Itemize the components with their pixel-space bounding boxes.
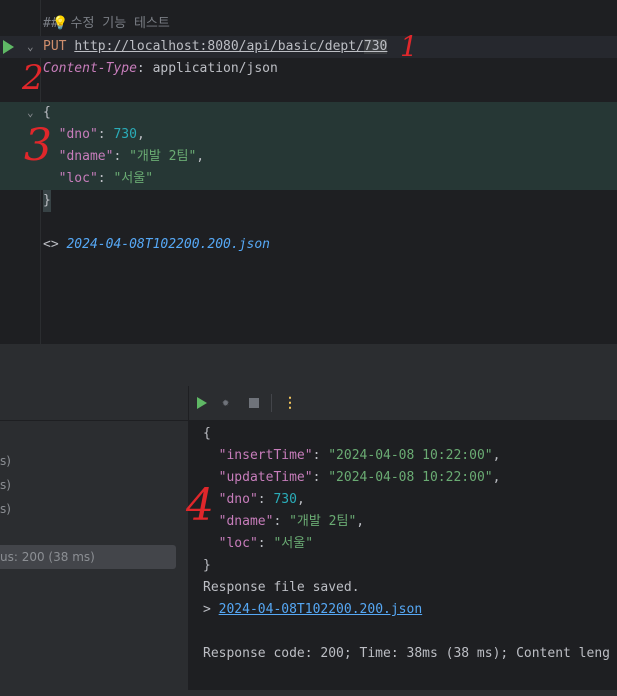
run-output-panel[interactable]: ✹ ⋮ { "insertTime": "2024-04-08 10:22:00… xyxy=(189,386,617,696)
json-value: "2024-04-08 10:22:00" xyxy=(328,470,493,485)
annotation-mark: 2 xyxy=(22,58,44,98)
body-close-line[interactable]: } xyxy=(0,190,617,212)
services-item[interactable]: s) xyxy=(0,454,11,468)
body-field-line[interactable]: "dno": 730, xyxy=(0,124,617,146)
json-end: , xyxy=(196,149,205,164)
json-sep: : xyxy=(113,149,130,164)
comment-text: 수정 기능 테스트 xyxy=(62,16,170,31)
json-key: "loc" xyxy=(58,171,98,186)
output-line: "updateTime": "2024-04-08 10:22:00", xyxy=(203,467,501,489)
chevron-down-icon[interactable]: ⌄ xyxy=(27,36,34,58)
services-item-selected[interactable]: us: 200 (38 ms) xyxy=(0,545,176,569)
json-sep: : xyxy=(257,536,274,551)
output-line: "dname": "개발 2팀", xyxy=(203,511,364,533)
link-prefix: > xyxy=(203,602,219,617)
json-value: "개발 2팀" xyxy=(289,514,357,529)
output-line: "insertTime": "2024-04-08 10:22:00", xyxy=(203,445,501,467)
json-key: "dno" xyxy=(58,127,98,142)
json-value: "개발 2팀" xyxy=(129,149,197,164)
stop-icon[interactable] xyxy=(249,398,259,408)
bottom-scrollbar[interactable] xyxy=(0,690,617,696)
json-end: , xyxy=(492,448,501,463)
json-end: , xyxy=(136,127,145,142)
json-key: "dname" xyxy=(58,149,114,164)
services-item[interactable]: s) xyxy=(0,502,11,516)
body-field-line[interactable]: "dname": "개발 2팀", xyxy=(0,146,617,168)
services-item[interactable]: s) xyxy=(0,478,11,492)
output-close-brace: } xyxy=(203,558,211,573)
toolbar-separator xyxy=(271,394,272,412)
json-key: "dno" xyxy=(218,492,258,507)
response-reference-line[interactable]: <> 2024-04-08T102200.200.json xyxy=(0,234,617,256)
response-summary: Response code: 200; Time: 38ms (38 ms); … xyxy=(203,646,610,661)
services-panel-header xyxy=(0,386,188,421)
json-value: "서울" xyxy=(113,171,154,186)
header-name: Content-Type xyxy=(43,61,137,76)
response-ref-prefix: <> xyxy=(43,237,67,252)
http-request-editor[interactable]: ## 💡 수정 기능 테스트 ⌄ PUT http://localhost:808… xyxy=(0,0,617,344)
json-sep: : xyxy=(257,492,274,507)
body-open-line[interactable]: ⌄ { xyxy=(0,102,617,124)
json-end: , xyxy=(356,514,365,529)
header-line[interactable]: Content-Type: application/json xyxy=(0,58,617,80)
request-url-tail[interactable]: 730 xyxy=(363,39,388,54)
json-value: 730 xyxy=(113,127,137,142)
annotation-mark: 3 xyxy=(24,120,52,171)
saved-file-link[interactable]: 2024-04-08T102200.200.json xyxy=(219,602,423,617)
json-key: "insertTime" xyxy=(218,448,313,463)
annotation-mark: 4 xyxy=(186,480,214,531)
services-tree-panel[interactable]: s) s) s) us: 200 (38 ms) xyxy=(0,386,189,696)
json-sep: : xyxy=(97,171,114,186)
json-key: "loc" xyxy=(218,536,258,551)
header-separator: : xyxy=(136,61,153,76)
json-value: "서울" xyxy=(273,536,314,551)
json-value: 730 xyxy=(273,492,297,507)
annotation-mark: 1 xyxy=(400,30,418,63)
json-key: "updateTime" xyxy=(218,470,313,485)
json-sep: : xyxy=(312,448,329,463)
json-value: "2024-04-08 10:22:00" xyxy=(328,448,493,463)
header-value: application/json xyxy=(152,61,278,76)
json-key: "dname" xyxy=(218,514,274,529)
play-icon[interactable] xyxy=(197,397,207,409)
comment-line: ## 💡 수정 기능 테스트 xyxy=(0,13,617,35)
lightbulb-icon[interactable]: 💡 xyxy=(52,13,68,35)
response-file-link[interactable]: 2024-04-08T102200.200.json xyxy=(66,237,270,252)
output-open-brace: { xyxy=(203,426,211,441)
json-sep: : xyxy=(312,470,329,485)
json-end: , xyxy=(296,492,305,507)
output-line: "loc": "서울" xyxy=(203,533,313,555)
json-sep: : xyxy=(273,514,290,529)
run-request-icon[interactable] xyxy=(3,40,14,54)
bug-icon[interactable]: ✹ xyxy=(222,396,234,409)
panel-divider xyxy=(0,344,617,386)
output-line: "dno": 730, xyxy=(203,489,305,511)
run-toolbar: ✹ ⋮ xyxy=(189,386,617,421)
saved-file-line: > 2024-04-08T102200.200.json xyxy=(203,599,422,621)
more-options-icon[interactable]: ⋮ xyxy=(283,394,297,412)
json-end: , xyxy=(492,470,501,485)
saved-message: Response file saved. xyxy=(203,580,360,595)
body-field-line[interactable]: "loc": "서울" xyxy=(0,168,617,190)
http-method: PUT xyxy=(43,39,67,54)
request-url[interactable]: http://localhost:8080/api/basic/dept/ xyxy=(74,39,364,54)
json-sep: : xyxy=(97,127,114,142)
request-line[interactable]: ⌄ PUT http://localhost:8080/api/basic/de… xyxy=(0,36,617,58)
body-close-brace: } xyxy=(43,190,51,212)
